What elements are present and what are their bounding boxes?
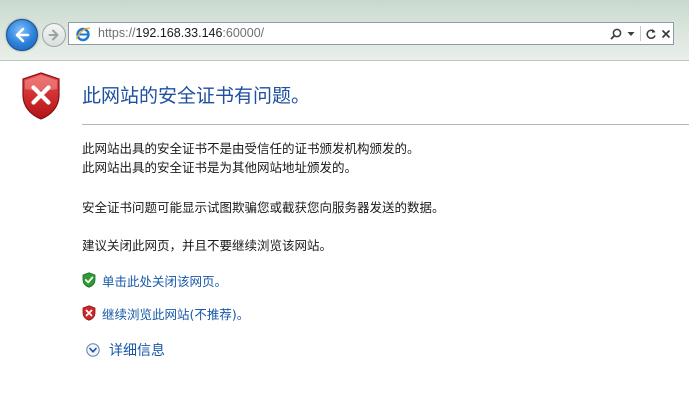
url-host: 192.168.33.146 [135,26,223,40]
warning-text: 安全证书问题可能显示试图欺骗您或截获您向服务器发送的数据。 [82,200,445,215]
reason-wrong-address: 此网站出具的安全证书是为其他网站地址颁发的。 [82,160,358,175]
search-icon [609,28,621,40]
close-page-link[interactable]: 单击此处关闭该网页。 [102,271,227,290]
url-suffix: :60000/ [222,26,265,40]
error-reasons: 此网站出具的安全证书不是由受信任的证书颁发机构颁发的。 此网站出具的安全证书是为… [82,139,420,177]
refresh-button[interactable] [643,23,658,44]
url-text[interactable]: https://192.168.33.146:60000/ [98,26,264,40]
address-bar[interactable]: https://192.168.33.146:60000/ [68,22,674,45]
shield-error-icon [82,305,96,321]
title-divider [82,124,689,125]
certificate-error-page: 此网站的安全证书有问题。 此网站出具的安全证书不是由受信任的证书颁发机构颁发的。… [0,61,689,408]
recommendation-text: 建议关闭此网页，并且不要继续浏览该网站。 [82,238,333,253]
stop-button[interactable] [658,23,673,44]
continue-to-website-link[interactable]: 继续浏览此网站(不推荐)。 [102,304,249,323]
address-bar-controls [608,23,673,44]
url-prefix: https:// [98,26,136,40]
dropdown-button[interactable] [623,23,638,44]
chevron-down-icon [627,31,634,36]
more-information-link[interactable]: 详细信息 [109,340,165,360]
close-page-action: 单击此处关闭该网页。 [82,270,227,290]
shield-error-icon [22,72,60,120]
continue-action: 继续浏览此网站(不推荐)。 [82,303,249,323]
divider [640,26,641,41]
back-arrow-icon [15,27,30,43]
forward-arrow-icon [48,29,59,41]
forward-button[interactable] [42,23,66,47]
back-button[interactable] [6,19,38,51]
ie-logo-icon [75,27,91,42]
shield-check-icon [82,272,96,288]
refresh-icon [645,28,656,39]
more-information-action: 详细信息 [86,340,165,360]
close-icon [661,29,670,38]
browser-toolbar: https://192.168.33.146:60000/ [0,0,689,61]
search-button[interactable] [608,23,623,44]
page-title: 此网站的安全证书有问题。 [82,85,311,107]
expand-circle-icon[interactable] [86,343,100,357]
reason-untrusted-ca: 此网站出具的安全证书不是由受信任的证书颁发机构颁发的。 [82,141,420,156]
